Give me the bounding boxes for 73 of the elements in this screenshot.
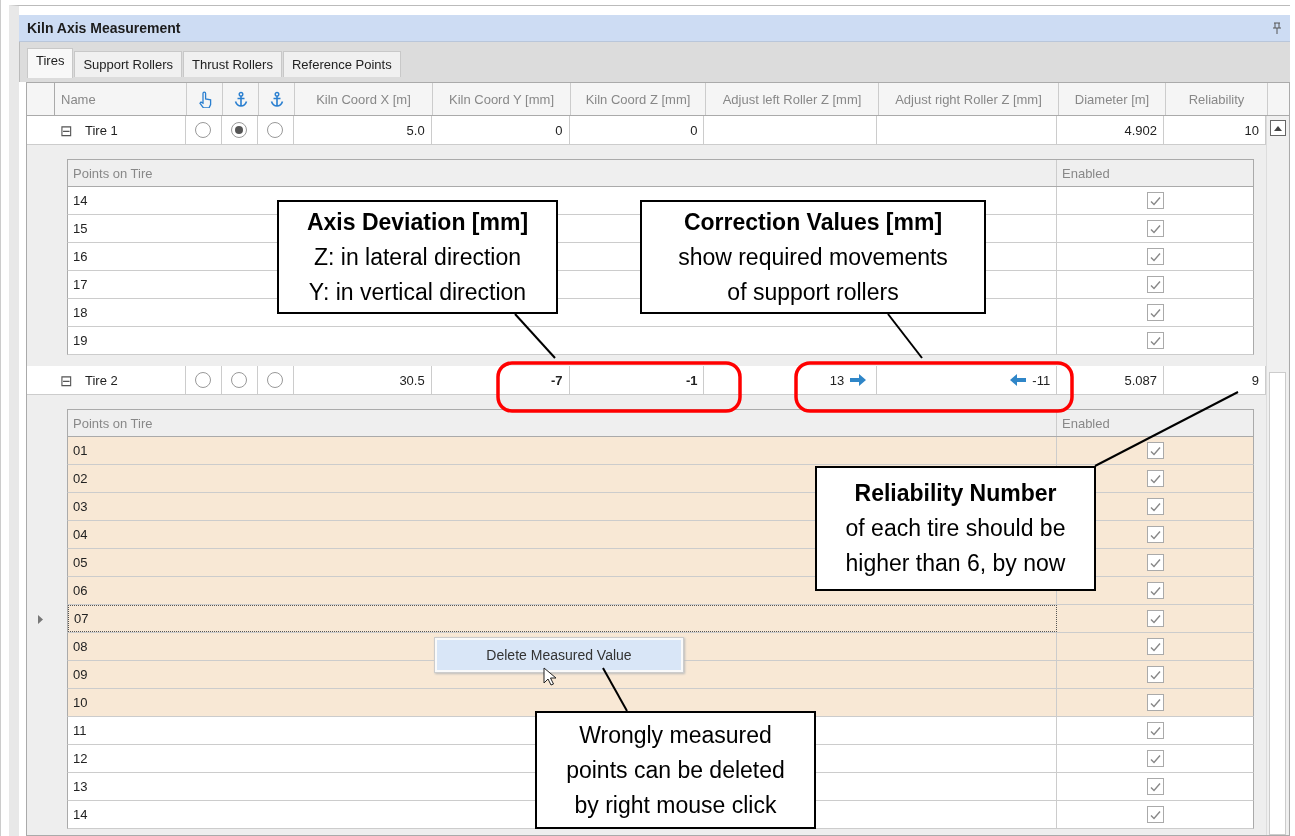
- table-cell: 07: [68, 605, 1057, 632]
- checkbox[interactable]: [1146, 610, 1164, 627]
- table-cell: Tire 1: [85, 122, 118, 138]
- radio-button[interactable]: [231, 372, 248, 388]
- table-cell: 01: [68, 437, 1057, 464]
- table-cell: 0: [569, 116, 705, 144]
- checkbox[interactable]: [1146, 554, 1164, 571]
- table-cell: 13: [829, 372, 845, 388]
- anchor-icon: [232, 90, 249, 108]
- table-cell: 19: [68, 327, 1057, 354]
- column-header[interactable]: Enabled: [1057, 410, 1253, 436]
- menu-item[interactable]: Delete Measured Value: [437, 640, 681, 670]
- column-header[interactable]: Kiln Coord X [m]: [295, 83, 433, 115]
- column-header[interactable]: Adjust left Roller Z [mm]: [706, 83, 879, 115]
- table-cell: -11: [1032, 372, 1051, 388]
- checkbox[interactable]: [1146, 750, 1164, 767]
- radio-button[interactable]: [231, 122, 248, 138]
- tab[interactable]: Reference Points: [282, 51, 401, 77]
- column-header[interactable]: Points on Tire: [68, 410, 1057, 436]
- checkbox[interactable]: [1146, 248, 1164, 265]
- checkbox[interactable]: [1146, 526, 1164, 543]
- checkbox[interactable]: [1146, 192, 1164, 209]
- scroll-up-button[interactable]: [1269, 120, 1286, 136]
- tab[interactable]: Thrust Rollers: [183, 51, 282, 77]
- up-arrow-icon: [1273, 125, 1282, 131]
- table-row[interactable]: ⊟ Tire 1 5.0 0 0 4.902 10: [27, 116, 1266, 145]
- radio-button[interactable]: [195, 372, 212, 388]
- table-cell: 4.902: [1057, 116, 1165, 144]
- column-header[interactable]: Adjust right Roller Z [mm]: [879, 83, 1059, 115]
- callout-text: Z: in lateral direction: [313, 242, 522, 272]
- checkbox[interactable]: [1146, 304, 1164, 321]
- pointer-hand-icon: [196, 90, 213, 108]
- scroll-thumb[interactable]: [1269, 372, 1286, 835]
- table-cell: -1: [569, 366, 705, 394]
- column-header[interactable]: Name: [55, 83, 187, 115]
- radio-button[interactable]: [195, 122, 212, 138]
- checkbox[interactable]: [1146, 276, 1164, 293]
- column-header[interactable]: Points on Tire: [68, 160, 1057, 186]
- checkbox[interactable]: [1146, 332, 1164, 349]
- column-header[interactable]: Kiln Coord Z [mm]: [571, 83, 706, 115]
- checkbox[interactable]: [1146, 442, 1164, 459]
- radio-button[interactable]: [267, 372, 284, 388]
- checkbox[interactable]: [1146, 582, 1164, 599]
- checkbox[interactable]: [1146, 694, 1164, 711]
- checkbox[interactable]: [1146, 666, 1164, 683]
- column-header[interactable]: Enabled: [1057, 160, 1253, 186]
- checkbox[interactable]: [1146, 470, 1164, 487]
- table-cell: Tire 2: [85, 372, 118, 388]
- checkbox[interactable]: [1146, 220, 1164, 237]
- tab[interactable]: Tires: [27, 48, 74, 78]
- checkbox[interactable]: [1146, 498, 1164, 515]
- collapse-toggle[interactable]: ⊟: [60, 122, 73, 138]
- tab[interactable]: Support Rollers: [74, 51, 182, 77]
- table-row[interactable]: ⊟ Tire 2 30.5 -7 -1 13 -11 5.087 9: [27, 366, 1266, 395]
- table-cell: 0: [431, 116, 570, 144]
- checkbox[interactable]: [1146, 806, 1164, 823]
- anchor-icon: [268, 90, 285, 108]
- table-cell: 30.5: [293, 366, 432, 394]
- checkbox[interactable]: [1146, 638, 1164, 655]
- panel-title: Kiln Axis Measurement: [27, 20, 181, 36]
- column-header[interactable]: Kiln Coord Y [mm]: [433, 83, 571, 115]
- table-cell: -7: [431, 366, 570, 394]
- radio-button[interactable]: [267, 122, 284, 138]
- collapse-toggle[interactable]: ⊟: [60, 372, 73, 388]
- callout-text: show required movements: [678, 242, 948, 272]
- table-cell: 5.0: [293, 116, 432, 144]
- scrollbar[interactable]: [1266, 116, 1288, 835]
- column-header[interactable]: Diameter [m]: [1059, 83, 1166, 115]
- pin-icon[interactable]: [1272, 22, 1282, 34]
- checkbox[interactable]: [1146, 722, 1164, 739]
- column-header[interactable]: Reliability: [1166, 83, 1268, 115]
- checkbox[interactable]: [1146, 778, 1164, 795]
- table-cell: 5.087: [1057, 366, 1165, 394]
